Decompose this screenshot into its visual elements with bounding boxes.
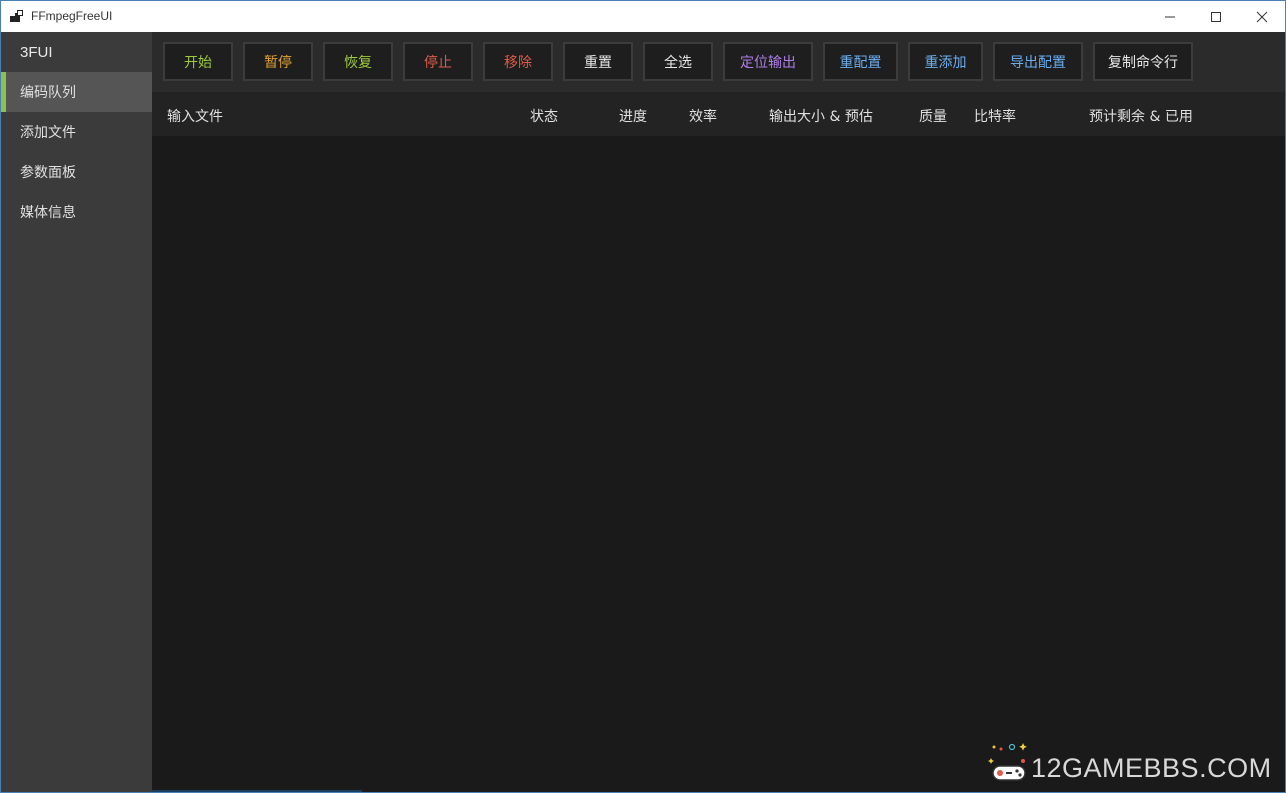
copy-command-line-button[interactable]: 复制命令行 [1093, 42, 1193, 81]
main-panel: 开始 暂停 恢复 停止 移除 重置 全选 定位输出 重配置 重添加 导出配置 复… [152, 32, 1285, 792]
watermark-text: 12GAMEBBS.COM [1031, 753, 1272, 783]
locate-output-button[interactable]: 定位输出 [723, 42, 813, 81]
export-config-button[interactable]: 导出配置 [993, 42, 1083, 81]
minimize-icon [1165, 16, 1175, 17]
reconfigure-button[interactable]: 重配置 [823, 42, 898, 81]
sidebar-item-label: 添加文件 [20, 125, 76, 141]
sidebar-item-label: 参数面板 [20, 165, 76, 181]
gamepad-logo-icon [987, 741, 1031, 789]
select-all-button[interactable]: 全选 [643, 42, 713, 81]
column-header-input-file[interactable]: 输入文件 [167, 106, 223, 126]
column-header-quality[interactable]: 质量 [919, 106, 947, 126]
app-icon [10, 10, 24, 24]
maximize-icon [1211, 11, 1221, 22]
column-header-bitrate[interactable]: 比特率 [974, 106, 1016, 126]
app-window: FFmpegFreeUI 3FUI 编码队列 添加文件 参数面板 媒体信息 开始… [0, 0, 1286, 793]
column-header-efficiency[interactable]: 效率 [689, 106, 717, 126]
queue-table-header: 输入文件 状态 进度 效率 输出大小 & 预估 质量 比特率 预计剩余 & 已用 [152, 92, 1285, 136]
sidebar: 3FUI 编码队列 添加文件 参数面板 媒体信息 [1, 32, 152, 792]
column-header-output-size[interactable]: 输出大小 & 预估 [769, 106, 873, 126]
sidebar-item-add-files[interactable]: 添加文件 [1, 112, 152, 152]
brand-label: 3FUI [20, 44, 53, 61]
close-icon [1256, 11, 1268, 22]
stop-button[interactable]: 停止 [403, 42, 473, 81]
sidebar-item-parameters[interactable]: 参数面板 [1, 152, 152, 192]
sidebar-item-media-info[interactable]: 媒体信息 [1, 192, 152, 232]
sidebar-item-label: 编码队列 [20, 85, 76, 101]
queue-list[interactable] [152, 136, 1285, 792]
sidebar-item-encode-queue[interactable]: 编码队列 [1, 72, 152, 112]
close-button[interactable] [1239, 1, 1285, 32]
start-button[interactable]: 开始 [163, 42, 233, 81]
re-add-button[interactable]: 重添加 [908, 42, 983, 81]
title-bar[interactable]: FFmpegFreeUI [1, 1, 1285, 32]
sidebar-item-label: 媒体信息 [20, 205, 76, 221]
window-title: FFmpegFreeUI [31, 9, 113, 23]
pause-button[interactable]: 暂停 [243, 42, 313, 81]
maximize-button[interactable] [1193, 1, 1239, 32]
column-header-time-remaining[interactable]: 预计剩余 & 已用 [1089, 106, 1193, 126]
column-header-status[interactable]: 状态 [530, 106, 558, 126]
toolbar: 开始 暂停 恢复 停止 移除 重置 全选 定位输出 重配置 重添加 导出配置 复… [152, 32, 1285, 92]
resume-button[interactable]: 恢复 [323, 42, 393, 81]
watermark: 12GAMEBBS.COM [985, 739, 1275, 789]
minimize-button[interactable] [1147, 1, 1193, 32]
remove-button[interactable]: 移除 [483, 42, 553, 81]
column-header-progress[interactable]: 进度 [619, 106, 647, 126]
reset-button[interactable]: 重置 [563, 42, 633, 81]
